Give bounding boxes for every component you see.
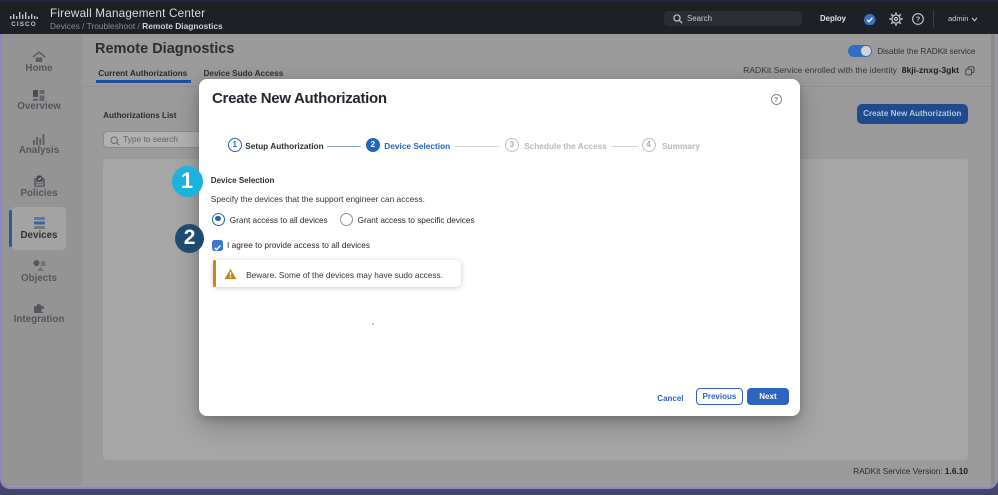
svg-text:?: ? (916, 14, 921, 23)
